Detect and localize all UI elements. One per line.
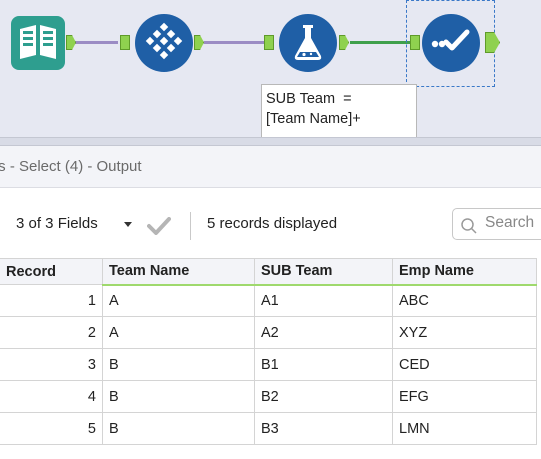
input-anchor[interactable]	[410, 35, 420, 50]
column-header-emp-name[interactable]: Emp Name	[392, 258, 537, 286]
record-number-cell: 4	[0, 380, 103, 413]
workflow-canvas[interactable]: SUB Team = [Team Name]+	[0, 0, 541, 138]
flask-icon	[294, 25, 322, 60]
team-name-cell[interactable]: A	[102, 284, 255, 317]
results-title: ts - Select (4) - Output	[0, 158, 142, 175]
sub-team-cell[interactable]: A2	[254, 316, 393, 349]
pane-splitter[interactable]	[0, 137, 541, 146]
formula-annotation: SUB Team = [Team Name]+	[261, 84, 417, 138]
output-anchor[interactable]	[194, 35, 204, 50]
output-anchor[interactable]	[485, 32, 500, 53]
results-header: ts - Select (4) - Output	[0, 146, 541, 188]
checkmark-icon[interactable]	[147, 217, 171, 235]
emp-name-cell[interactable]: LMN	[392, 412, 537, 445]
search-input[interactable]	[485, 214, 541, 232]
sub-team-cell[interactable]: A1	[254, 284, 393, 317]
record-number-cell: 5	[0, 412, 103, 445]
book-icon	[11, 16, 65, 70]
column-header-sub-team[interactable]: SUB Team	[254, 258, 393, 286]
input-data-tool[interactable]	[10, 15, 66, 71]
emp-name-cell[interactable]: XYZ	[392, 316, 537, 349]
column-header-team-name[interactable]: Team Name	[102, 258, 255, 286]
select-tool[interactable]	[135, 14, 193, 72]
sub-team-cell[interactable]: B3	[254, 412, 393, 445]
emp-name-cell[interactable]: ABC	[392, 284, 537, 317]
connection-line	[204, 41, 264, 44]
connection-line	[350, 41, 410, 44]
table-header-row: Record Team Name SUB Team Emp Name	[0, 258, 537, 286]
search-box[interactable]	[452, 208, 541, 240]
output-anchor[interactable]	[339, 35, 349, 50]
browse-output-tool[interactable]	[422, 14, 480, 72]
record-number-cell: 3	[0, 348, 103, 381]
team-name-cell[interactable]: A	[102, 316, 255, 349]
search-icon	[461, 218, 477, 234]
emp-name-cell[interactable]: EFG	[392, 380, 537, 413]
sub-team-cell[interactable]: B2	[254, 380, 393, 413]
annotation-line: SUB Team =	[266, 91, 352, 107]
team-name-cell[interactable]: B	[102, 348, 255, 381]
team-name-cell[interactable]: B	[102, 380, 255, 413]
select-diamond-icon	[145, 22, 183, 60]
table-row[interactable]: 3 B B1 CED	[0, 348, 537, 381]
results-table: Record Team Name SUB Team Emp Name 1 A A…	[0, 258, 537, 445]
table-row[interactable]: 5 B B3 LMN	[0, 412, 537, 445]
table-row[interactable]: 2 A A2 XYZ	[0, 316, 537, 349]
output-anchor[interactable]	[66, 35, 76, 50]
table-row[interactable]: 1 A A1 ABC	[0, 284, 537, 317]
record-number-cell: 2	[0, 316, 103, 349]
column-header-record[interactable]: Record	[0, 258, 103, 285]
table-row[interactable]: 4 B B2 EFG	[0, 380, 537, 413]
emp-name-cell[interactable]: CED	[392, 348, 537, 381]
sub-team-cell[interactable]: B1	[254, 348, 393, 381]
team-name-cell[interactable]: B	[102, 412, 255, 445]
input-anchor[interactable]	[120, 35, 130, 50]
chevron-down-icon[interactable]	[124, 222, 132, 227]
toolbar-divider	[190, 212, 191, 240]
fields-selector-button[interactable]: 3 of 3 Fields	[16, 215, 98, 232]
check-pulse-icon	[431, 29, 470, 51]
records-count: 5 records displayed	[207, 215, 338, 232]
formula-tool[interactable]	[279, 14, 337, 72]
results-toolbar: 3 of 3 Fields 5 records displayed	[0, 188, 541, 250]
record-number-cell: 1	[0, 284, 103, 317]
input-anchor[interactable]	[264, 35, 274, 50]
annotation-line: [Team Name]+	[266, 111, 361, 127]
